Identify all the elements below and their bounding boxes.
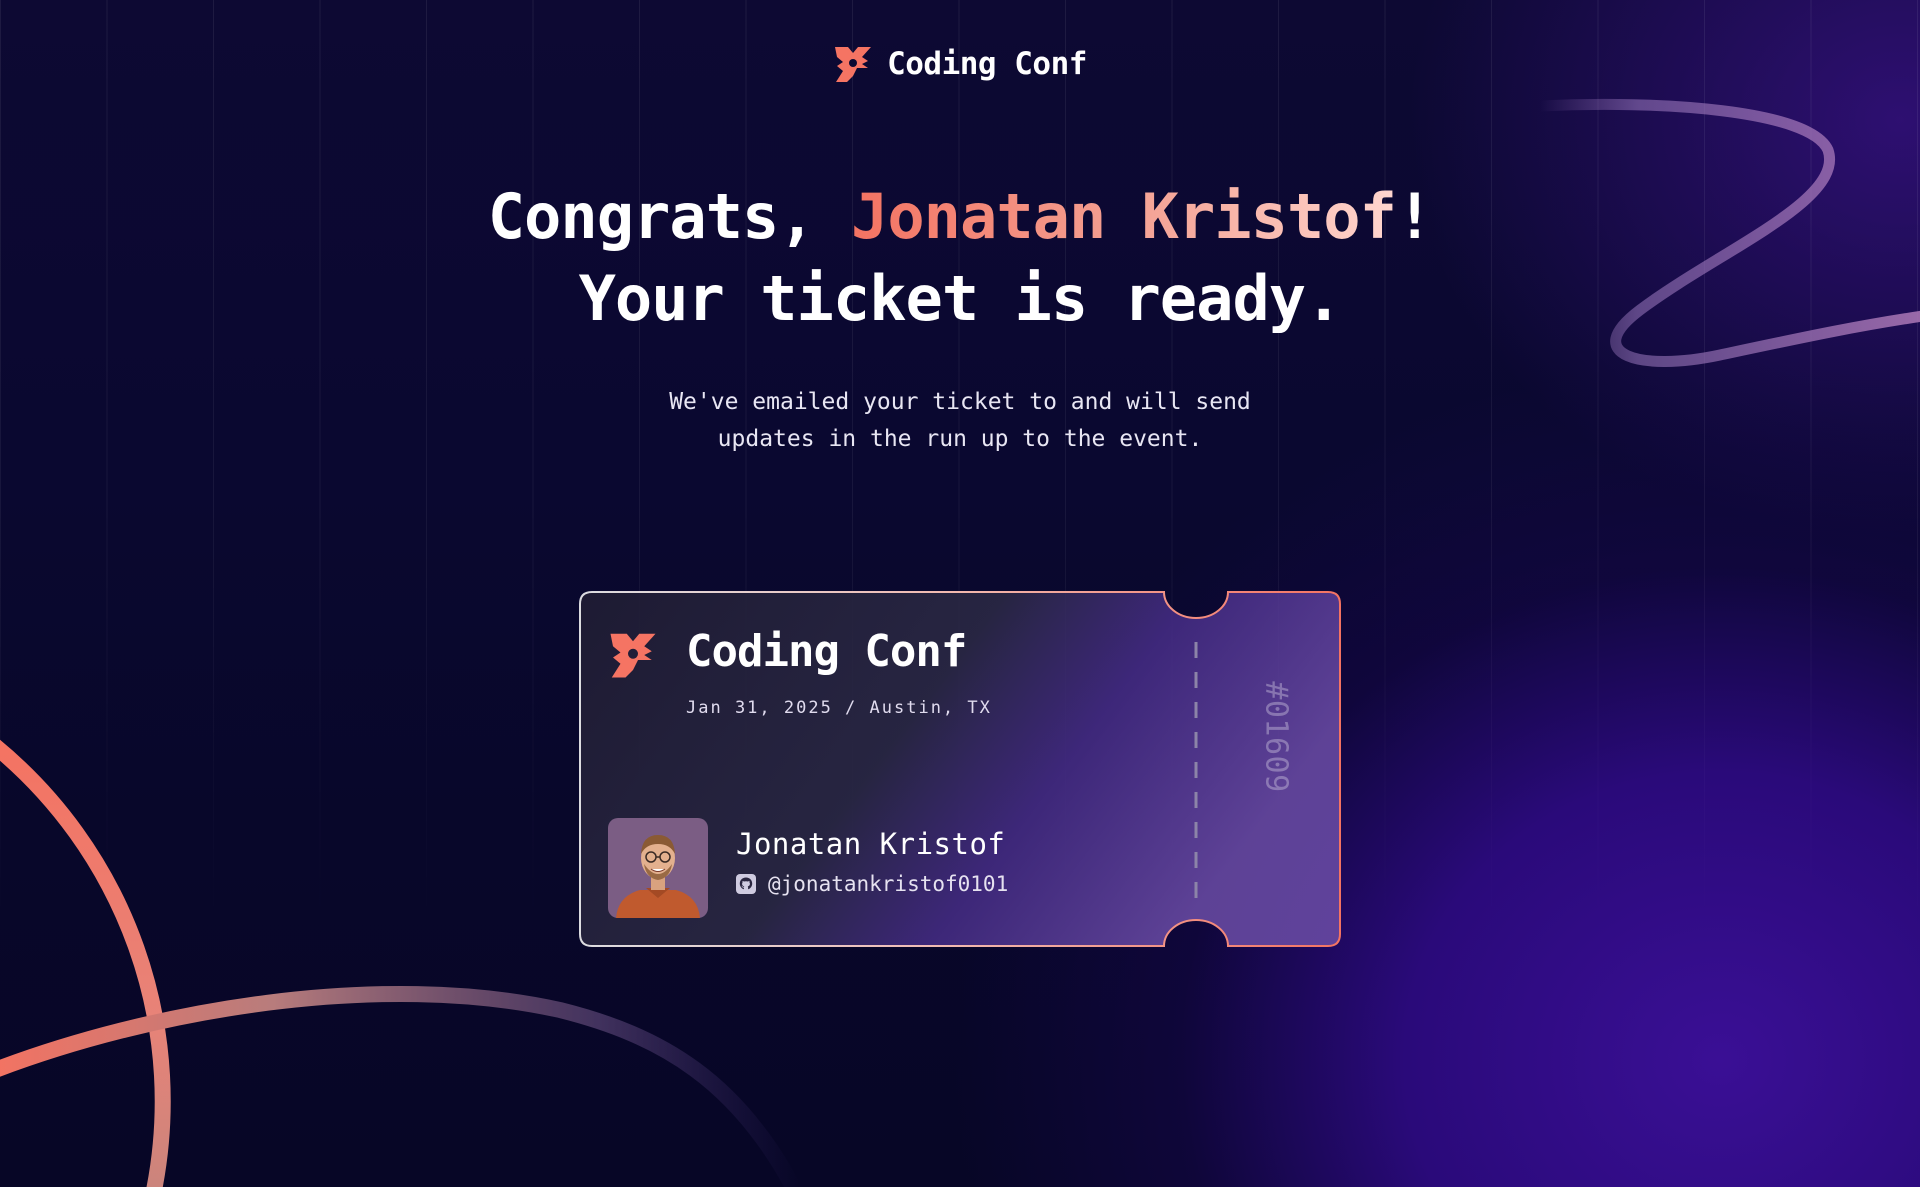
avatar (608, 818, 708, 918)
ticket-logo-icon (610, 633, 656, 678)
header-brand-name: Coding Conf (887, 46, 1087, 82)
decor-circle-arc (0, 739, 171, 1187)
decor-wide-arc (0, 985, 803, 1187)
title-suffix: ! (1395, 180, 1433, 253)
title-line-2: Your ticket is ready. (578, 262, 1343, 335)
title-prefix: Congrats, (487, 180, 852, 253)
ticket-number: #01609 (1258, 681, 1294, 793)
confirmation-line-1: We've emailed your ticket to and will se… (669, 389, 1251, 415)
ticket-card: Coding Conf Jan 31, 2025 / Austin, TX Jo… (578, 590, 1342, 948)
header: Coding Conf (0, 44, 1920, 84)
ticket-stub: #01609 (1256, 672, 1296, 802)
page-title: Congrats, Jonatan Kristof! Your ticket i… (0, 176, 1920, 340)
ticket-brand-name: Coding Conf (686, 626, 967, 677)
github-username-row: @jonatankristof0101 (736, 872, 1008, 896)
confirmation-message: We've emailed your ticket to and will se… (0, 384, 1920, 458)
confirmation-line-2: updates in the run up to the event. (717, 426, 1203, 452)
ticket-attendee-name: Jonatan Kristof (736, 827, 1006, 861)
ticket-event-info: Jan 31, 2025 / Austin, TX (686, 698, 992, 718)
coding-conf-logo-icon (835, 47, 872, 82)
title-attendee-name: Jonatan Kristof (851, 180, 1397, 253)
github-icon (736, 874, 756, 894)
github-handle: @jonatankristof0101 (768, 872, 1009, 896)
